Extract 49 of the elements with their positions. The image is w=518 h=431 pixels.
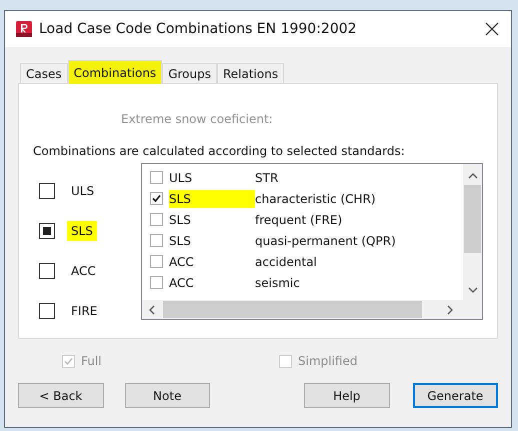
dialog-button[interactable]: Help (304, 383, 390, 408)
tab[interactable]: Combinations (68, 60, 162, 84)
code-cell-text: SLS (169, 212, 192, 228)
horizontal-scrollbar[interactable] (142, 300, 482, 319)
snow-coefficient-label: Extreme snow coeficient: (121, 112, 274, 126)
limit-state-label: ACC (70, 263, 97, 280)
code-cell-text: ACC (169, 274, 195, 292)
checkbox[interactable] (150, 171, 163, 184)
combination-name-cell: seismic (255, 276, 300, 290)
checkbox[interactable] (39, 263, 55, 279)
tab[interactable]: Relations (216, 63, 284, 83)
option-label: Simplified (298, 354, 358, 368)
scroll-down-icon[interactable] (468, 287, 478, 294)
scroll-thumb[interactable] (464, 185, 481, 253)
scroll-left-icon[interactable] (148, 304, 155, 314)
checkbox[interactable] (39, 303, 55, 319)
checkbox[interactable] (150, 192, 163, 205)
scroll-right-icon[interactable] (447, 304, 454, 314)
checkbox[interactable] (39, 183, 55, 199)
vertical-scrollbar[interactable] (463, 164, 482, 300)
option-label: Full (81, 354, 102, 368)
dialog-button[interactable]: Note (124, 383, 210, 408)
combination-name-cell: characteristic (CHR) (255, 192, 376, 206)
code-cell-text: ULS (169, 170, 194, 186)
checkbox[interactable] (39, 223, 55, 239)
app-logo-icon (16, 21, 32, 37)
checkbox[interactable] (150, 276, 163, 289)
checkbox[interactable] (150, 213, 163, 226)
combination-name-cell: quasi-permanent (QPR) (255, 234, 396, 248)
instruction-text: Combinations are calculated according to selected standards: (33, 144, 406, 158)
checkbox[interactable] (150, 234, 163, 247)
limit-state-label: ULS (70, 183, 96, 200)
code-cell-text: ACC (169, 254, 195, 270)
tab[interactable]: Groups (162, 63, 217, 83)
code-cell-text: SLS (169, 232, 192, 250)
limit-state-label: FIRE (70, 303, 98, 320)
limit-state-label: SLS (67, 221, 97, 241)
combination-name-cell: STR (255, 170, 278, 184)
tab[interactable]: Cases (20, 63, 68, 83)
combination-name-cell: frequent (FRE) (255, 212, 342, 226)
scroll-thumb[interactable] (163, 301, 422, 318)
combination-name-cell: accidental (255, 254, 317, 268)
close-icon[interactable] (485, 22, 499, 36)
window-title: Load Case Code Combinations EN 1990:2002 (39, 21, 358, 37)
dialog-button[interactable]: < Back (18, 383, 104, 408)
scroll-up-icon[interactable] (468, 172, 478, 179)
code-cell: SLS (169, 190, 255, 208)
dialog-button[interactable]: Generate (412, 383, 498, 408)
checkbox[interactable] (150, 255, 163, 268)
